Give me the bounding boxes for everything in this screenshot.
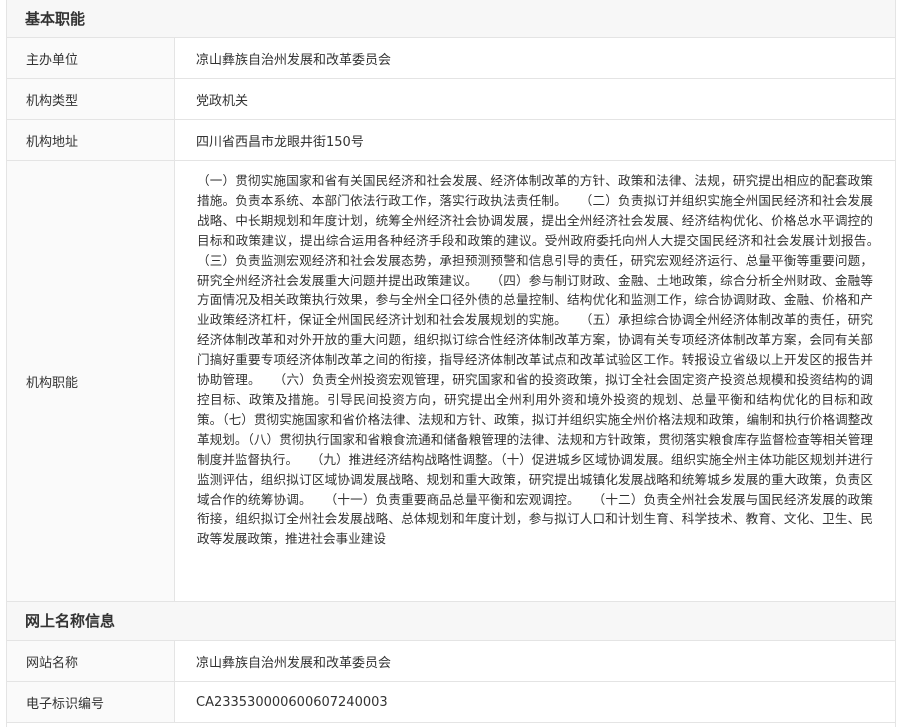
row-label: 机构地址: [7, 120, 175, 160]
row-label: 机构类型: [7, 79, 175, 119]
section-header-web: 网上名称信息: [7, 602, 895, 641]
section-title-web: 网上名称信息: [25, 612, 116, 630]
row-label: 主办单位: [7, 38, 175, 78]
row-value: 四川省西昌市龙眼井街150号: [196, 134, 364, 150]
table-row-electronic-id: 电子标识编号 CA233530000600607240003: [7, 682, 895, 723]
table-row-site-name: 网站名称 凉山彝族自治州发展和改革委员会: [7, 641, 895, 682]
table-row-functions: 机构职能 （一）贯彻实施国家和省有关国民经济和社会发展、经济体制改革的方针、政策…: [7, 161, 899, 602]
table-row-org-type: 机构类型 党政机关: [7, 79, 895, 120]
table-row-address: 机构地址 四川省西昌市龙眼井街150号: [7, 120, 895, 161]
info-table: 基本职能 主办单位 凉山彝族自治州发展和改革委员会 机构类型 党政机关 机构地址…: [6, 0, 899, 727]
row-value: 凉山彝族自治州发展和改革委员会: [196, 52, 392, 68]
table-row-sponsor: 主办单位 凉山彝族自治州发展和改革委员会: [7, 38, 895, 79]
section-header-basic: 基本职能: [7, 0, 895, 38]
row-value: 凉山彝族自治州发展和改革委员会: [196, 655, 392, 671]
row-label: 电子标识编号: [7, 682, 175, 722]
functions-text: （一）贯彻实施国家和省有关国民经济和社会发展、经济体制改革的方针、政策和法律、法…: [197, 173, 899, 547]
section-title-basic: 基本职能: [25, 10, 86, 28]
row-value: CA233530000600607240003: [196, 694, 388, 710]
row-label: 机构职能: [7, 161, 175, 601]
row-label: 网站名称: [7, 641, 175, 681]
row-value: 党政机关: [196, 93, 249, 109]
